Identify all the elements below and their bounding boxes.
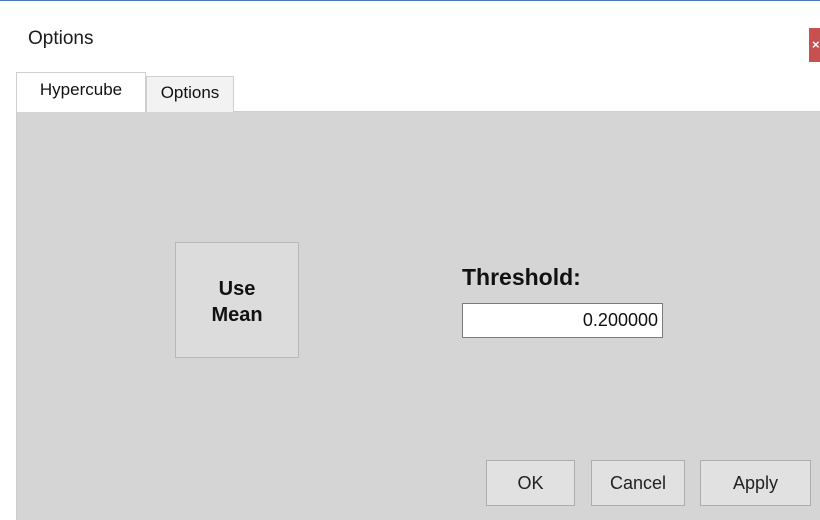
tab-hypercube-label: Hypercube <box>39 80 123 99</box>
cancel-button-label: Cancel <box>609 472 667 493</box>
use-mean-button-label: Use Mean <box>211 276 262 328</box>
use-mean-button[interactable]: Use Mean <box>175 242 299 358</box>
threshold-input[interactable] <box>462 303 663 338</box>
threshold-label: Threshold: <box>462 264 581 290</box>
use-mean-line2: Mean <box>211 304 263 326</box>
apply-button-label: Apply <box>732 472 779 493</box>
ok-button[interactable]: OK <box>486 460 575 506</box>
close-button[interactable]: × <box>809 28 820 62</box>
hypercube-tab-panel <box>16 111 820 520</box>
options-dialog: Options × Hypercube Options Use Mean Thr… <box>0 0 820 520</box>
ok-button-label: OK <box>517 472 544 493</box>
title-bar[interactable]: Options × <box>0 1 820 69</box>
window-title: Options <box>28 28 94 49</box>
use-mean-line1: Use <box>218 278 256 300</box>
close-icon: × <box>812 37 820 52</box>
tab-options[interactable]: Options <box>146 76 234 112</box>
tab-hypercube[interactable]: Hypercube <box>16 72 146 112</box>
tab-options-label: Options <box>160 83 220 102</box>
cancel-button[interactable]: Cancel <box>591 460 685 506</box>
apply-button[interactable]: Apply <box>700 460 811 506</box>
